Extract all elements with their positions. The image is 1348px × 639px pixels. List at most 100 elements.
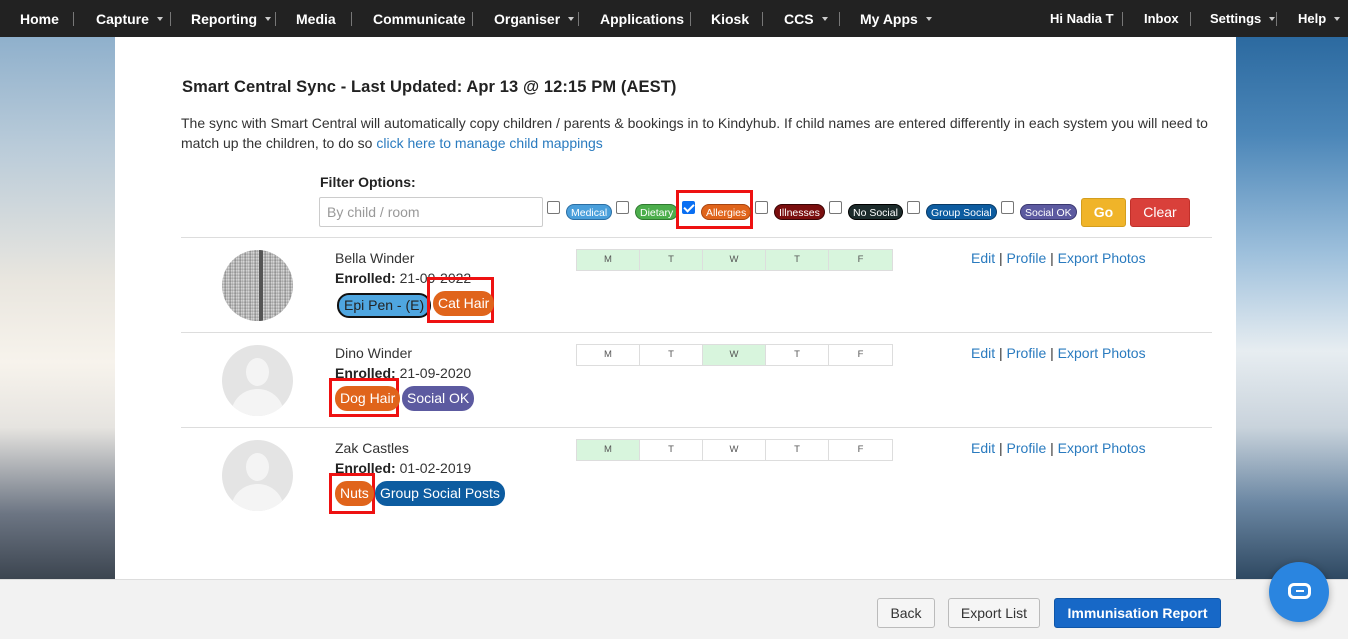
clear-button[interactable]: Clear xyxy=(1130,198,1190,227)
profile-link[interactable]: Profile xyxy=(1007,345,1047,361)
group-social-checkbox[interactable] xyxy=(907,201,920,214)
illnesses-filter-label: Illnesses xyxy=(774,204,825,220)
nav-divider xyxy=(73,11,74,26)
child-name[interactable]: Bella Winder xyxy=(335,250,414,266)
day-cell: T xyxy=(766,250,829,270)
enrolled-value: 21-09-2020 xyxy=(399,365,472,381)
attendance-week: M T W T F xyxy=(576,344,893,366)
nav-divider xyxy=(1190,11,1191,26)
day-cell: F xyxy=(829,440,892,460)
avatar-placeholder-icon xyxy=(222,345,293,416)
child-name[interactable]: Zak Castles xyxy=(335,440,409,456)
day-cell: M xyxy=(577,250,640,270)
nav-divider xyxy=(275,11,276,26)
export-photos-link[interactable]: Export Photos xyxy=(1058,250,1146,266)
immunisation-report-button[interactable]: Immunisation Report xyxy=(1054,598,1221,628)
child-photo xyxy=(222,250,293,321)
nav-ccs[interactable]: CCS xyxy=(784,0,828,37)
edit-link[interactable]: Edit xyxy=(971,345,995,361)
day-cell: T xyxy=(766,440,829,460)
nav-divider xyxy=(1276,11,1277,26)
chevron-down-icon xyxy=(925,16,932,21)
social-ok-checkbox[interactable] xyxy=(1001,201,1014,214)
tag-cat-hair: Cat Hair xyxy=(433,291,495,316)
social-ok-filter-label: Social OK xyxy=(1020,204,1077,220)
page-title: Smart Central Sync - Last Updated: Apr 1… xyxy=(182,78,677,96)
nav-divider xyxy=(1122,11,1123,26)
allergies-checkbox[interactable] xyxy=(682,201,695,214)
illnesses-checkbox[interactable] xyxy=(755,201,768,214)
day-cell: M xyxy=(577,345,640,365)
tag-nuts: Nuts xyxy=(335,481,374,506)
footer-bar: Back Export List Immunisation Report xyxy=(0,579,1348,639)
enrolled-value: 01-02-2019 xyxy=(399,460,472,476)
child-name[interactable]: Dino Winder xyxy=(335,345,412,361)
chevron-down-icon xyxy=(821,16,828,21)
nav-divider xyxy=(762,11,763,26)
nav-divider xyxy=(351,11,352,26)
avatar-head xyxy=(246,453,269,481)
filter-label: Filter Options: xyxy=(320,174,416,190)
dietary-filter-label: Dietary xyxy=(635,204,679,220)
day-cell: F xyxy=(829,345,892,365)
nav-home[interactable]: Home xyxy=(20,0,59,37)
top-navigation: Home Capture Reporting Media Communicate… xyxy=(0,0,1348,37)
profile-link[interactable]: Profile xyxy=(1007,250,1047,266)
background-left xyxy=(0,37,115,579)
chat-launcher-button[interactable] xyxy=(1269,562,1329,622)
row-divider xyxy=(181,332,1212,333)
nav-organiser[interactable]: Organiser xyxy=(494,0,575,37)
attendance-week: M T W T F xyxy=(576,439,893,461)
main-panel: Smart Central Sync - Last Updated: Apr 1… xyxy=(115,37,1236,579)
avatar-head xyxy=(246,358,269,386)
nav-media[interactable]: Media xyxy=(296,0,336,37)
row-actions: Edit | Profile | Export Photos xyxy=(971,250,1146,266)
nav-capture[interactable]: Capture xyxy=(96,0,163,37)
nav-kiosk[interactable]: Kiosk xyxy=(711,0,749,37)
nav-help[interactable]: Help xyxy=(1298,0,1341,37)
day-cell: F xyxy=(829,250,892,270)
edit-link[interactable]: Edit xyxy=(971,440,995,456)
avatar-body xyxy=(231,389,284,416)
nav-applications[interactable]: Applications xyxy=(600,0,684,37)
nav-user-greeting[interactable]: Hi Nadia T xyxy=(1050,0,1114,37)
export-photos-link[interactable]: Export Photos xyxy=(1058,345,1146,361)
export-photos-link[interactable]: Export Photos xyxy=(1058,440,1146,456)
day-cell: T xyxy=(640,440,703,460)
row-divider xyxy=(181,237,1212,238)
nav-inbox[interactable]: Inbox xyxy=(1144,0,1179,37)
nav-divider xyxy=(472,11,473,26)
go-button[interactable]: Go xyxy=(1081,198,1126,227)
manage-child-mappings-link[interactable]: click here to manage child mappings xyxy=(376,135,602,151)
nav-divider xyxy=(578,11,579,26)
row-actions: Edit | Profile | Export Photos xyxy=(971,440,1146,456)
chevron-down-icon xyxy=(568,16,575,21)
no-social-checkbox[interactable] xyxy=(829,201,842,214)
tag-group-social-posts: Group Social Posts xyxy=(375,481,505,506)
nav-communicate[interactable]: Communicate xyxy=(373,0,466,37)
medical-filter-label: Medical xyxy=(566,204,613,220)
day-cell: W xyxy=(703,250,766,270)
no-social-filter-label: No Social xyxy=(848,204,903,220)
allergies-filter-label: Allergies xyxy=(701,204,752,220)
back-button[interactable]: Back xyxy=(877,598,935,628)
nav-settings[interactable]: Settings xyxy=(1210,0,1276,37)
dietary-checkbox[interactable] xyxy=(616,201,629,214)
chevron-down-icon xyxy=(1334,16,1341,21)
child-room-search-input[interactable] xyxy=(319,197,543,227)
day-cell: T xyxy=(766,345,829,365)
medical-checkbox[interactable] xyxy=(547,201,560,214)
nav-reporting[interactable]: Reporting xyxy=(191,0,272,37)
day-cell: W xyxy=(703,345,766,365)
attendance-week: M T W T F xyxy=(576,249,893,271)
day-cell: T xyxy=(640,345,703,365)
photo-detail xyxy=(259,250,263,321)
day-cell: M xyxy=(577,440,640,460)
nav-divider xyxy=(690,11,691,26)
intro-body: The sync with Smart Central will automat… xyxy=(181,115,1208,151)
nav-my-apps[interactable]: My Apps xyxy=(860,0,932,37)
tag-epi-pen: Epi Pen - (E) xyxy=(337,293,432,318)
profile-link[interactable]: Profile xyxy=(1007,440,1047,456)
edit-link[interactable]: Edit xyxy=(971,250,995,266)
export-list-button[interactable]: Export List xyxy=(948,598,1040,628)
